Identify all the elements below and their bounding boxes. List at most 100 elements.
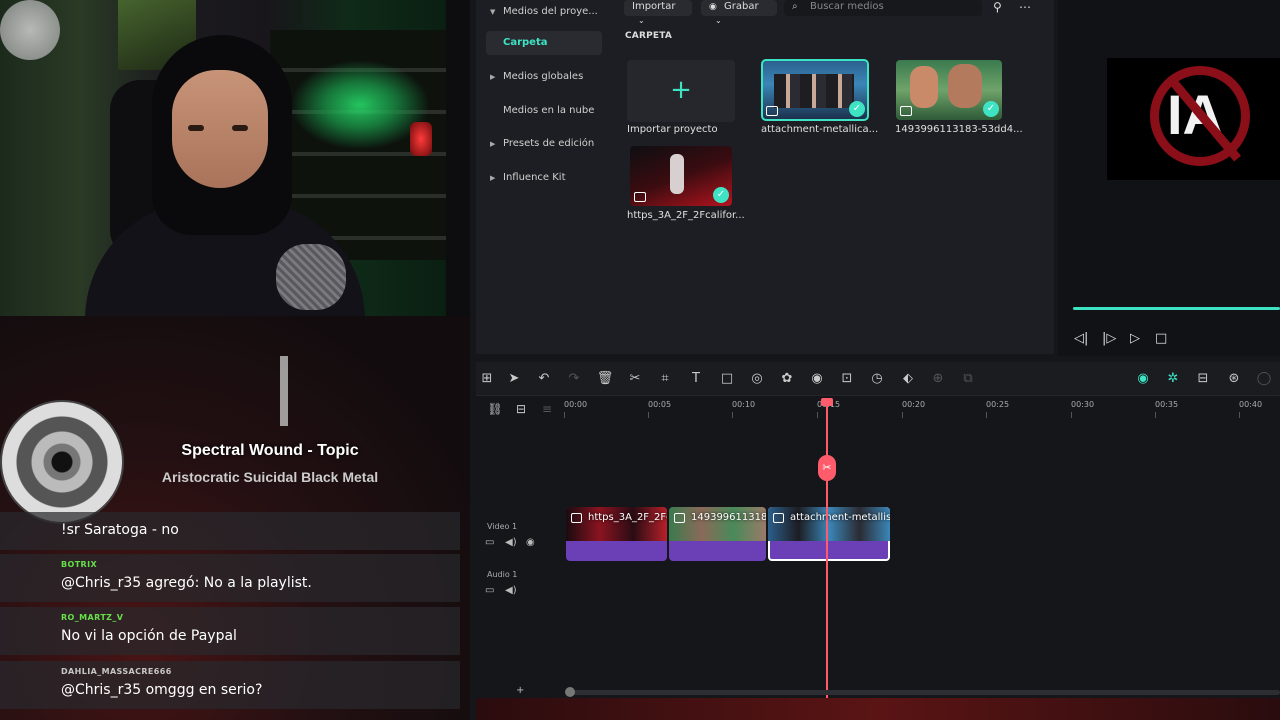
image-icon <box>571 513 582 523</box>
chat-username: DAHLIA_MASSACRE666 <box>61 667 172 676</box>
select-tool-icon[interactable]: ➤ <box>505 371 523 386</box>
stop-icon[interactable]: □ <box>1155 331 1167 346</box>
sidebar-item-influence-kit[interactable]: ▶ Influence Kit <box>486 166 602 190</box>
volume-icon[interactable]: ◀) <box>505 537 517 548</box>
time-ruler[interactable]: 00:00 00:05 00:10 00:15 00:20 00:25 00:3… <box>564 400 1280 422</box>
media-thumb-metallica[interactable]: ✓ <box>761 59 869 121</box>
more-icon[interactable]: ⋯ <box>1019 0 1031 16</box>
text-icon[interactable]: T <box>687 371 705 386</box>
record-button[interactable]: ◉ Grabar ⌄ <box>701 0 777 25</box>
cut-icon[interactable]: ✂ <box>626 371 644 386</box>
person-photo <box>948 64 982 108</box>
now-playing-title: Spectral Wound - Topic <box>181 442 359 459</box>
effects-icon[interactable]: ✿ <box>778 371 796 386</box>
ungroup-icon[interactable]: ⧉ <box>959 371 977 386</box>
red-light <box>410 122 432 156</box>
now-playing: Spectral Wound - Topic Aristocratic Suic… <box>140 442 400 485</box>
zoom-icon[interactable]: ◯ <box>1255 371 1273 386</box>
playback-progress[interactable] <box>1073 307 1280 310</box>
band-photo <box>774 74 854 108</box>
chat-text: @Chris_r35 omggg en serio? <box>61 682 263 698</box>
image-icon <box>766 106 778 116</box>
sidebar-item-label: Carpeta <box>503 37 548 48</box>
split-marker[interactable]: ✂ <box>818 455 836 481</box>
stream-footer <box>476 698 1280 720</box>
sidebar-item-edit-presets[interactable]: ▶ Presets de edición <box>486 132 602 156</box>
timeline-clip-selected[interactable]: attachment-metallis... <box>768 507 890 561</box>
timeline-scrollbar[interactable] <box>566 690 1280 695</box>
delete-icon[interactable]: 🗑 <box>596 371 614 386</box>
import-button[interactable]: Importar ⌄ <box>624 0 692 25</box>
ai-assist-icon[interactable]: ◉ <box>1134 371 1152 386</box>
search-field[interactable]: ⌕ Buscar medios <box>784 0 982 16</box>
sidebar-item-label: Medios globales <box>503 71 584 82</box>
green-light <box>290 60 430 150</box>
folder-heading: CARPETA <box>625 31 673 41</box>
ruler-tick <box>648 412 649 418</box>
timeline-clip[interactable]: https_3A_2F_2Fc... <box>566 507 667 561</box>
group-icon[interactable]: ⊕ <box>929 371 947 386</box>
chat-username: RO_MARTZ_V <box>61 613 124 622</box>
settings-icon[interactable]: ⊛ <box>1225 371 1243 386</box>
redo-icon[interactable]: ↷ <box>565 371 583 386</box>
folder-icon[interactable]: ▭ <box>485 537 494 548</box>
next-frame-icon[interactable]: |▷ <box>1102 331 1116 346</box>
add-track-icon[interactable]: + <box>516 685 524 696</box>
play-icon[interactable]: ▷ <box>1130 331 1140 346</box>
filter-icon[interactable]: ⚲ <box>993 0 1002 16</box>
keyframe-icon[interactable]: ◉ <box>808 371 826 386</box>
track-label: Video 1 <box>487 522 518 531</box>
ruler-label: 00:30 <box>1071 400 1095 409</box>
prev-frame-icon[interactable]: ◁| <box>1074 331 1088 346</box>
chevron-down-icon: ▼ <box>490 8 496 16</box>
sidebar-item-label: Influence Kit <box>503 172 566 183</box>
album-art <box>0 400 124 524</box>
ai-edit-icon[interactable]: ⊡ <box>838 371 856 386</box>
tag-icon[interactable]: ⬖ <box>899 371 917 386</box>
media-label: 1493996113183-53dd4... <box>895 124 1023 135</box>
person-photo <box>910 66 938 108</box>
chat-message: !sr Saratoga - no <box>0 512 460 550</box>
sidebar-item-cloud-media[interactable]: Medios en la nube <box>486 99 602 123</box>
chat-username: BOTRIX <box>61 560 98 569</box>
playhead[interactable] <box>826 400 828 700</box>
clip-label: https_3A_2F_2Fc... <box>588 512 667 523</box>
snap-icon[interactable]: ✲ <box>1164 371 1182 386</box>
eye-icon[interactable]: ◉ <box>526 537 535 548</box>
layout-icon[interactable]: ⊞ <box>478 371 496 386</box>
chat-text: No vi la opción de Paypal <box>61 628 237 644</box>
chat-text: @Chris_r35 agregó: No a la playlist. <box>61 575 312 591</box>
render-icon[interactable]: ⊟ <box>1194 371 1212 386</box>
check-icon: ✓ <box>983 101 999 117</box>
sidebar-item-label: Medios del proye... <box>503 6 598 17</box>
sidebar-item-global-media[interactable]: ▶ Medios globales <box>486 65 602 89</box>
track-label: Audio 1 <box>487 570 518 579</box>
sidebar-item-folder[interactable]: Carpeta <box>486 31 602 55</box>
ripple-icon[interactable]: ≡ <box>538 402 556 416</box>
scrollbar-handle[interactable] <box>565 687 575 697</box>
chevron-right-icon: ▶ <box>490 73 496 81</box>
search-icon: ⌕ <box>792 1 798 12</box>
folder-icon[interactable]: ▭ <box>485 585 494 596</box>
sidebar-item-project-media[interactable]: ▼ Medios del proye... <box>486 0 602 24</box>
import-project-tile[interactable]: + <box>627 60 735 122</box>
media-thumb-concert[interactable]: ✓ <box>630 146 732 206</box>
image-icon <box>773 513 784 523</box>
link-icon[interactable]: ⛓ <box>486 402 504 416</box>
chat-text: !sr Saratoga - no <box>61 522 179 538</box>
media-thumb-photo[interactable]: ✓ <box>896 60 1002 120</box>
ruler-label: 00:10 <box>732 400 756 409</box>
volume-icon[interactable]: ◀) <box>505 585 517 596</box>
speed-icon[interactable]: ◷ <box>868 371 886 386</box>
timeline-clip[interactable]: 1493996113183... <box>669 507 766 561</box>
streamer-face <box>172 70 268 188</box>
color-icon[interactable]: ◎ <box>748 371 766 386</box>
undo-icon[interactable]: ↶ <box>535 371 553 386</box>
playhead-handle[interactable] <box>821 398 833 406</box>
plus-icon: + <box>670 75 692 105</box>
chevron-right-icon: ▶ <box>490 140 496 148</box>
magnet-icon[interactable]: ⊟ <box>512 402 530 416</box>
ruler-label: 00:25 <box>986 400 1010 409</box>
shape-icon[interactable]: □ <box>718 371 736 386</box>
crop-icon[interactable]: ⌗ <box>656 371 674 386</box>
